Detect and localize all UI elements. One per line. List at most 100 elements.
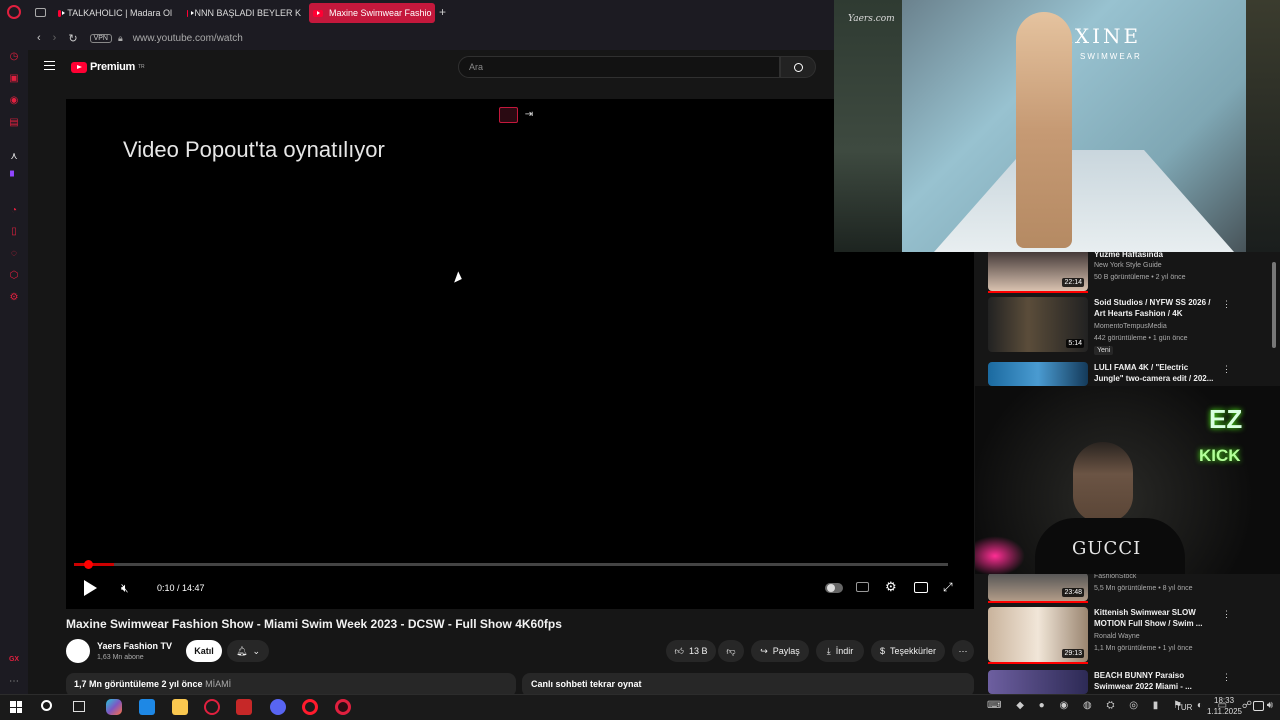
share-button[interactable]: ↪ Paylaş xyxy=(751,640,809,662)
pip-watermark: Yaers.com xyxy=(848,14,895,24)
bell-icon: 🔔︎ xyxy=(236,645,248,656)
reload-icon[interactable]: ↻ xyxy=(68,32,77,45)
youtube-play-icon xyxy=(71,61,87,73)
list-item[interactable]: BEACH BUNNY Paraiso Swimwear 2022 Miami … xyxy=(988,670,1278,694)
settings-icon[interactable]: ⚙ xyxy=(8,292,20,304)
more-options-icon[interactable]: ⋮ xyxy=(1222,672,1231,683)
url-field[interactable]: www.youtube.com/watch xyxy=(133,33,243,44)
watched-bar xyxy=(988,662,1088,664)
search-button[interactable] xyxy=(780,56,816,78)
video-title: Maxine Swimwear Fashion Show - Miami Swi… xyxy=(66,617,562,631)
history-icon[interactable]: ◷ xyxy=(8,51,20,63)
autoplay-toggle[interactable] xyxy=(825,583,843,593)
progress-scrubber[interactable] xyxy=(83,560,93,569)
video-thumbnail[interactable]: 29:13 xyxy=(988,607,1088,662)
more-options-icon[interactable]: ⋮ xyxy=(1222,364,1231,375)
thanks-button[interactable]: $ Teşekkürler xyxy=(871,640,945,662)
gx-icon[interactable]: GX xyxy=(8,654,20,666)
mute-icon[interactable]: 🔇︎ xyxy=(121,581,129,596)
list-item[interactable]: 5:14 Soid Studios / NYFW SS 2026 / Art H… xyxy=(988,297,1278,367)
channel-name[interactable]: Yaers Fashion TV xyxy=(97,641,172,651)
more-options-icon[interactable]: ⋮ xyxy=(1222,609,1231,620)
miniplayer-icon[interactable] xyxy=(914,582,928,593)
video-meta: 5,5 Mn görüntüleme • 8 yıl önce xyxy=(1094,585,1193,592)
download-icon: ⤓ xyxy=(826,645,831,656)
discord-icon[interactable] xyxy=(270,699,286,715)
video-thumbnail[interactable]: 22:14 xyxy=(988,249,1088,291)
download-label: İndir xyxy=(835,646,854,656)
windows-start-icon[interactable] xyxy=(10,701,22,713)
scrollbar[interactable] xyxy=(1272,262,1276,348)
video-thumbnail[interactable]: 23:48 xyxy=(988,573,1088,601)
opera-taskbar-icon[interactable] xyxy=(302,699,318,715)
kick-icon[interactable]: ⋏ xyxy=(8,151,20,163)
pip-brand-sub: SWIMWEAR xyxy=(1080,52,1142,61)
lock-icon: 🔒︎ xyxy=(117,32,123,43)
subtitles-icon[interactable] xyxy=(856,582,869,592)
watched-bar xyxy=(988,601,1088,603)
neon-sign-bottom: KICK xyxy=(1199,446,1241,465)
tab-maxine[interactable]: Maxine Swimwear Fashio xyxy=(309,3,435,23)
keyboard-language[interactable]: TUR xyxy=(1176,703,1192,712)
channel-avatar[interactable] xyxy=(66,639,90,663)
popout-return-icon[interactable]: ⇥ xyxy=(523,109,535,121)
notes-icon[interactable]: ▤ xyxy=(8,117,20,129)
downloads-icon[interactable]: ◌ xyxy=(8,248,20,260)
more-options-icon[interactable]: ⋮ xyxy=(1222,299,1231,310)
settings-gear-icon[interactable]: ⚙ xyxy=(885,579,897,595)
opera-logo-icon[interactable] xyxy=(7,5,21,19)
back-icon[interactable]: ‹ xyxy=(37,32,41,44)
shopping-icon[interactable]: ▣ xyxy=(8,73,20,85)
clock-icon[interactable]: ◔ xyxy=(8,205,20,217)
subscribed-bell-button[interactable]: 🔔︎ ⌄ xyxy=(227,640,269,662)
neon-sign-top: EZ xyxy=(1209,404,1243,434)
more-actions-button[interactable]: ⋯ xyxy=(952,640,974,662)
file-explorer-icon[interactable] xyxy=(172,699,188,715)
task-view-icon[interactable] xyxy=(73,701,85,712)
fullscreen-icon[interactable]: ⤢ xyxy=(943,580,953,595)
dislike-button[interactable]: 👎︎ xyxy=(718,640,744,662)
video-thumbnail[interactable] xyxy=(988,670,1088,694)
tab-manager-icon[interactable] xyxy=(35,8,46,17)
opera-gx-active-icon[interactable] xyxy=(335,699,351,715)
vpn-badge[interactable]: VPN xyxy=(89,33,112,43)
video-title: LULI FAMA 4K / "Electric Jungle" two-cam… xyxy=(1094,363,1214,383)
opera-gx-taskbar-icon[interactable] xyxy=(204,699,220,715)
taskbar-search-icon[interactable] xyxy=(41,700,52,711)
video-channel: MomentoTempusMedia xyxy=(1094,323,1167,330)
voice-app-icon[interactable] xyxy=(236,699,252,715)
tab-talkaholic[interactable]: TALKAHOLIC | Madara Ol xyxy=(54,3,172,23)
menu-icon[interactable] xyxy=(44,61,55,70)
forward-icon[interactable]: › xyxy=(53,32,57,44)
like-button[interactable]: 👍︎ 13 B xyxy=(666,640,716,662)
copilot-icon[interactable] xyxy=(106,699,122,715)
clock-date[interactable]: 1.11.2025 xyxy=(1207,707,1242,716)
list-item[interactable]: LULI FAMA 4K / "Electric Jungle" two-cam… xyxy=(988,362,1278,386)
clock-time[interactable]: 18:33 xyxy=(1214,696,1234,705)
search-input[interactable]: Ara xyxy=(458,56,780,78)
notifications-icon[interactable] xyxy=(1253,701,1264,711)
progress-bar[interactable] xyxy=(74,563,948,566)
bookmark-icon[interactable]: ▯ xyxy=(8,226,20,238)
hashtag[interactable]: MİAMİ xyxy=(205,679,231,689)
video-thumbnail[interactable]: 5:14 xyxy=(988,297,1088,352)
download-button[interactable]: ⤓ İndir xyxy=(816,640,864,662)
messenger-icon[interactable]: ◉ xyxy=(8,95,20,107)
tab-nnn[interactable]: NNN BAŞLADI BEYLER K xyxy=(183,3,301,23)
more-icon[interactable]: ⋯ xyxy=(8,676,20,688)
youtube-logo-text: Premium xyxy=(90,61,135,73)
video-thumbnail[interactable] xyxy=(988,362,1088,386)
popout-video-window[interactable]: Yaers.com MAXINE SWIMWEAR xyxy=(834,0,1280,252)
play-button[interactable] xyxy=(84,580,97,596)
new-tab-button[interactable]: + xyxy=(439,5,446,19)
youtube-logo[interactable]: Premium TR xyxy=(71,61,145,73)
list-item[interactable]: 23:48 FashionStock 5,5 Mn görüntüleme • … xyxy=(988,573,1278,603)
list-item[interactable]: 29:13 Kittenish Swimwear SLOW MOTION Ful… xyxy=(988,607,1278,677)
popout-active-icon[interactable] xyxy=(499,107,518,123)
extensions-icon[interactable]: ⬡ xyxy=(8,270,20,282)
twitch-icon[interactable]: ▘ xyxy=(8,172,20,184)
thumbs-up-icon: 👍︎ xyxy=(674,645,684,656)
youtube-favicon-icon xyxy=(313,9,323,17)
join-button[interactable]: Katıl xyxy=(186,640,222,662)
mail-icon[interactable] xyxy=(139,699,155,715)
